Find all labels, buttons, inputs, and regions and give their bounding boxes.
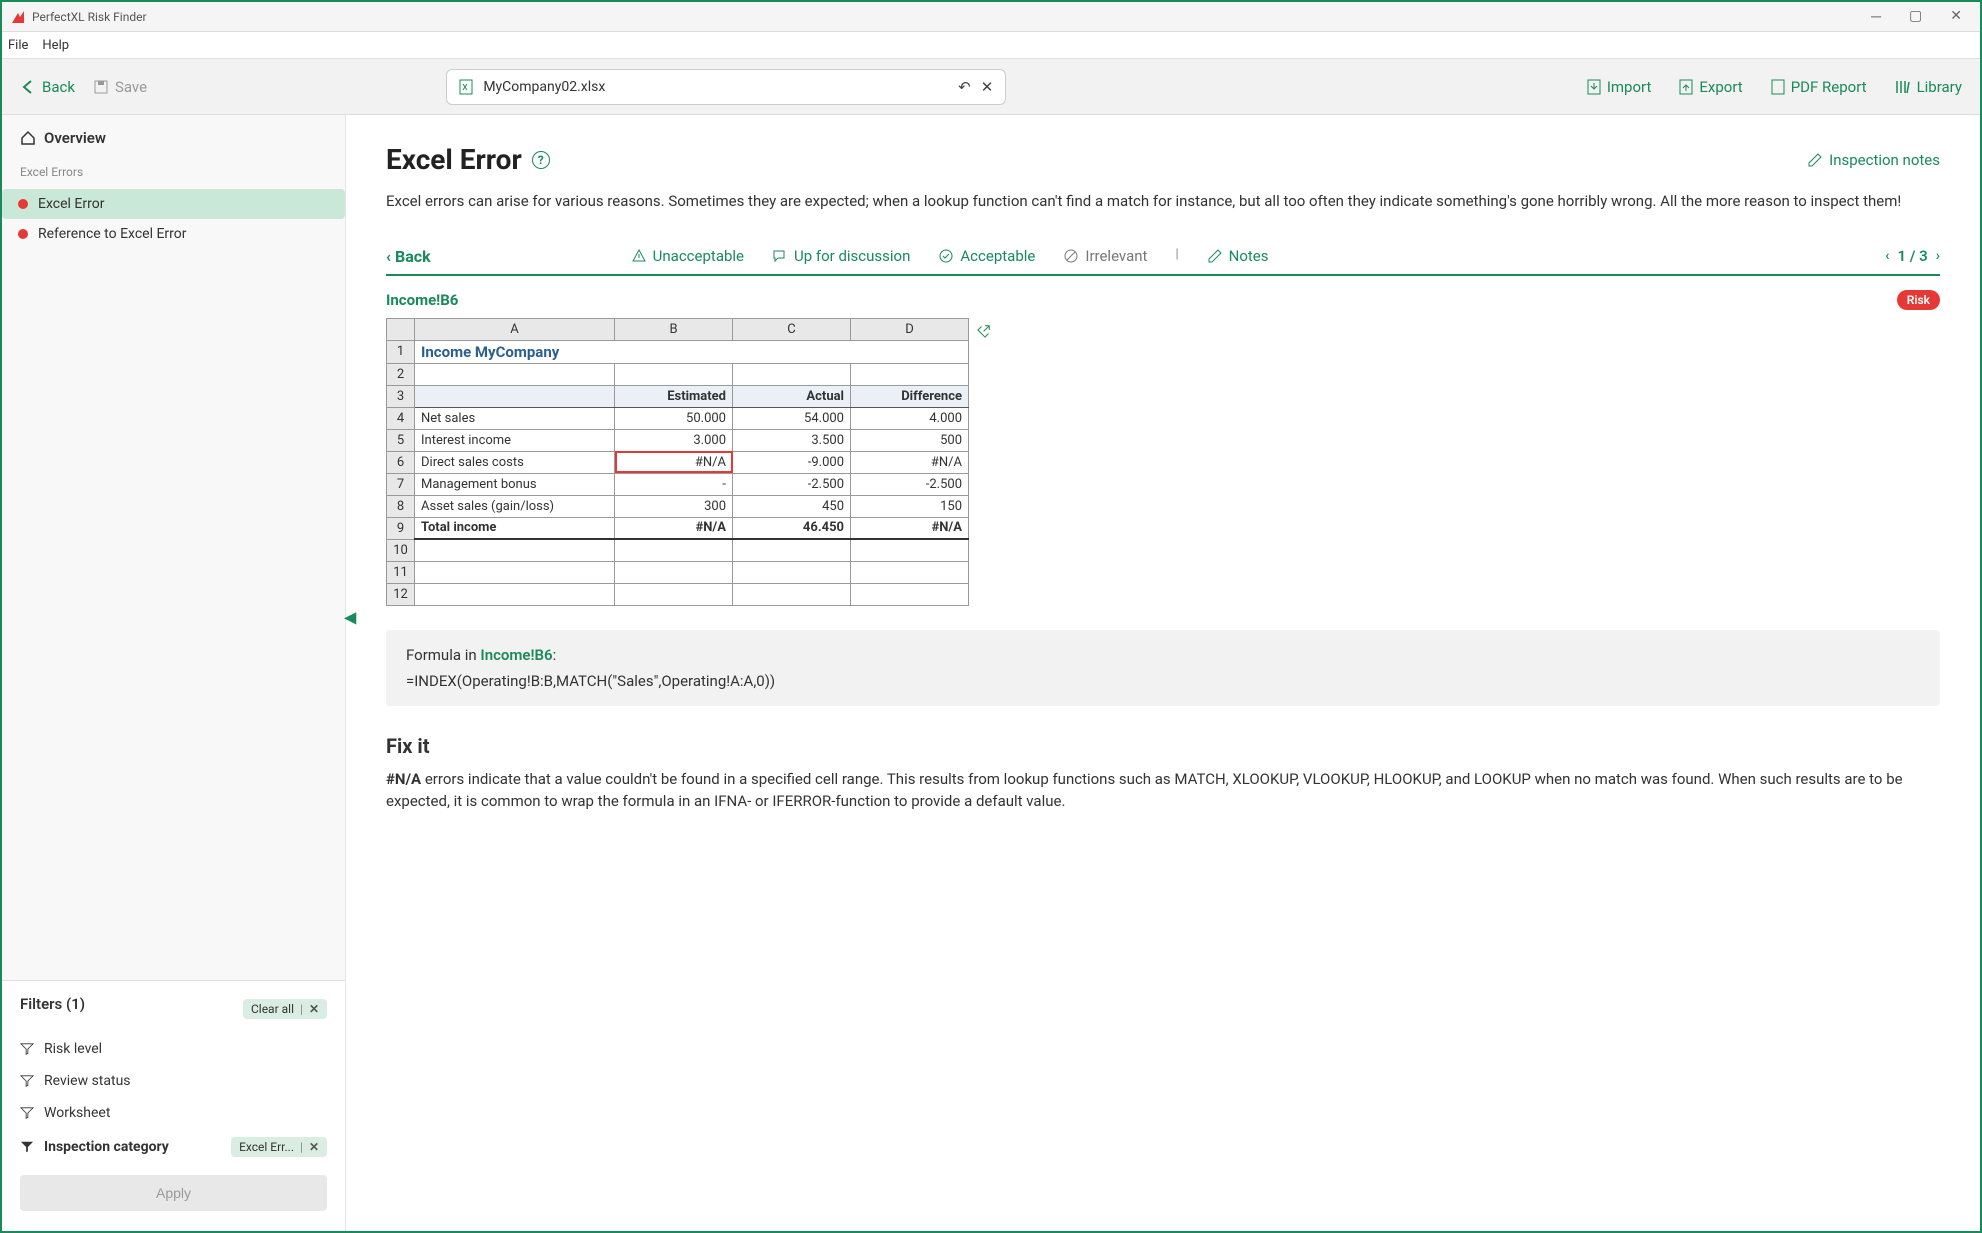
chevron-left-icon: ‹ — [386, 247, 391, 266]
edit-icon — [1207, 248, 1223, 264]
detail-back-button[interactable]: ‹ Back — [386, 247, 431, 266]
cell-reference: Income!B6 — [386, 291, 458, 309]
maximize-button[interactable]: ▢ — [1909, 8, 1922, 25]
table-total-row: 9 Total income #N/A 46.450 #N/A — [387, 517, 969, 539]
pdf-icon — [1771, 79, 1785, 95]
import-icon — [1587, 79, 1601, 95]
titlebar: PerfectXL Risk Finder ─ ▢ ✕ — [2, 2, 1980, 32]
filename: MyCompany02.xlsx — [483, 79, 605, 95]
edit-icon — [1807, 152, 1823, 168]
fixit-title: Fix it — [386, 734, 1940, 758]
home-icon — [20, 130, 36, 146]
excel-preview-table: A B C D 1 Income MyCompany 2 3 Estimated… — [386, 318, 969, 606]
mark-irrelevant-button[interactable]: Irrelevant — [1063, 247, 1147, 265]
pager-next-button[interactable]: › — [1936, 248, 1940, 264]
filter-panel: Filters (1) Clear all | ✕ Risk level Rev… — [2, 980, 345, 1231]
filter-risk-level[interactable]: Risk level — [20, 1033, 327, 1065]
undo-button[interactable]: ↶ — [958, 78, 971, 96]
sidebar-item-label: Excel Error — [38, 196, 104, 212]
close-icon[interactable]: ✕ — [309, 1140, 319, 1154]
toolbar: Back Save MyCompany02.xlsx ↶ ✕ Import Ex… — [2, 59, 1980, 115]
sidebar-item-reference-to-excel-error[interactable]: Reference to Excel Error — [2, 219, 345, 249]
apply-button[interactable]: Apply — [20, 1175, 327, 1211]
sidebar-group-label: Excel Errors — [20, 161, 327, 183]
overview-link[interactable]: Overview — [20, 129, 327, 147]
mark-discussion-button[interactable]: Up for discussion — [772, 247, 910, 265]
page-description: Excel errors can arise for various reaso… — [386, 190, 1940, 213]
warning-icon — [631, 248, 647, 264]
table-row: 5 Interest income 3.000 3.500 500 — [387, 429, 969, 451]
funnel-icon — [20, 1042, 34, 1056]
mark-unacceptable-button[interactable]: Unacceptable — [631, 247, 744, 265]
clear-all-chip[interactable]: Clear all | ✕ — [243, 999, 327, 1019]
sheet-title: Income MyCompany — [415, 340, 969, 363]
arrow-left-icon — [20, 79, 36, 95]
col-header: C — [733, 318, 851, 340]
save-icon — [93, 79, 109, 95]
sidebar-item-excel-error[interactable]: Excel Error — [2, 189, 345, 219]
open-external-icon[interactable] — [977, 318, 993, 338]
export-icon — [1679, 79, 1693, 95]
risk-dot-icon — [18, 229, 28, 239]
filters-title: Filters (1) — [20, 995, 85, 1013]
filter-review-status[interactable]: Review status — [20, 1065, 327, 1097]
menubar: File Help — [2, 32, 1980, 59]
funnel-icon — [20, 1074, 34, 1088]
col-header: B — [615, 318, 733, 340]
export-button[interactable]: Export — [1679, 78, 1742, 96]
notes-button[interactable]: Notes — [1207, 247, 1269, 265]
close-button[interactable]: ✕ — [1950, 8, 1962, 25]
pager-text: 1 / 3 — [1897, 247, 1927, 265]
chat-icon — [772, 248, 788, 264]
table-row: 4 Net sales 50.000 54.000 4.000 — [387, 407, 969, 429]
formula-text: =INDEX(Operating!B:B,MATCH("Sales",Opera… — [406, 672, 1920, 690]
table-row: 8 Asset sales (gain/loss) 300 450 150 — [387, 495, 969, 517]
clear-file-button[interactable]: ✕ — [981, 78, 994, 96]
slash-circle-icon — [1063, 248, 1079, 264]
table-row: 7 Management bonus - -2.500 -2.500 — [387, 473, 969, 495]
funnel-icon — [20, 1106, 34, 1120]
library-button[interactable]: Library — [1895, 78, 1962, 96]
menu-help[interactable]: Help — [42, 38, 69, 53]
filter-worksheet[interactable]: Worksheet — [20, 1097, 327, 1129]
mark-acceptable-button[interactable]: Acceptable — [938, 247, 1035, 265]
risk-dot-icon — [18, 199, 28, 209]
window-title: PerfectXL Risk Finder — [32, 10, 1871, 24]
close-icon[interactable]: ✕ — [309, 1002, 319, 1016]
pdf-report-button[interactable]: PDF Report — [1771, 78, 1867, 96]
col-header: D — [851, 318, 969, 340]
fixit-text: #N/A errors indicate that a value couldn… — [386, 768, 1940, 813]
pager: ‹ 1 / 3 › — [1885, 247, 1940, 265]
highlighted-cell: #N/A — [615, 451, 733, 473]
menu-file[interactable]: File — [8, 38, 28, 53]
risk-badge: Risk — [1897, 290, 1940, 310]
minimize-button[interactable]: ─ — [1871, 8, 1881, 25]
content: Excel Error ? Inspection notes Excel err… — [346, 115, 1980, 1231]
filter-inspection-category[interactable]: Inspection category Excel Err... | ✕ — [20, 1129, 327, 1165]
page-title: Excel Error ? — [386, 143, 550, 176]
formula-box: Formula in Income!B6: =INDEX(Operating!B… — [386, 630, 1940, 706]
filter-chip[interactable]: Excel Err... | ✕ — [231, 1137, 327, 1157]
col-header: A — [415, 318, 615, 340]
pager-prev-button[interactable]: ‹ — [1885, 248, 1889, 264]
help-icon[interactable]: ? — [532, 151, 550, 169]
action-bar: ‹ Back Unacceptable Up for discussion Ac… — [386, 239, 1940, 276]
import-button[interactable]: Import — [1587, 78, 1652, 96]
sidebar: Overview Excel Errors Excel Error Refere… — [2, 115, 346, 1231]
sidebar-item-label: Reference to Excel Error — [38, 226, 187, 242]
check-circle-icon — [938, 248, 954, 264]
back-button[interactable]: Back — [20, 78, 75, 96]
file-indicator: MyCompany02.xlsx ↶ ✕ — [446, 69, 1006, 105]
app-logo-icon — [10, 9, 26, 25]
library-icon — [1895, 79, 1911, 95]
excel-file-icon — [459, 79, 473, 95]
table-row: 6 Direct sales costs #N/A -9.000 #N/A — [387, 451, 969, 473]
inspection-notes-button[interactable]: Inspection notes — [1807, 151, 1940, 169]
funnel-filled-icon — [20, 1140, 34, 1154]
save-button[interactable]: Save — [93, 78, 147, 96]
